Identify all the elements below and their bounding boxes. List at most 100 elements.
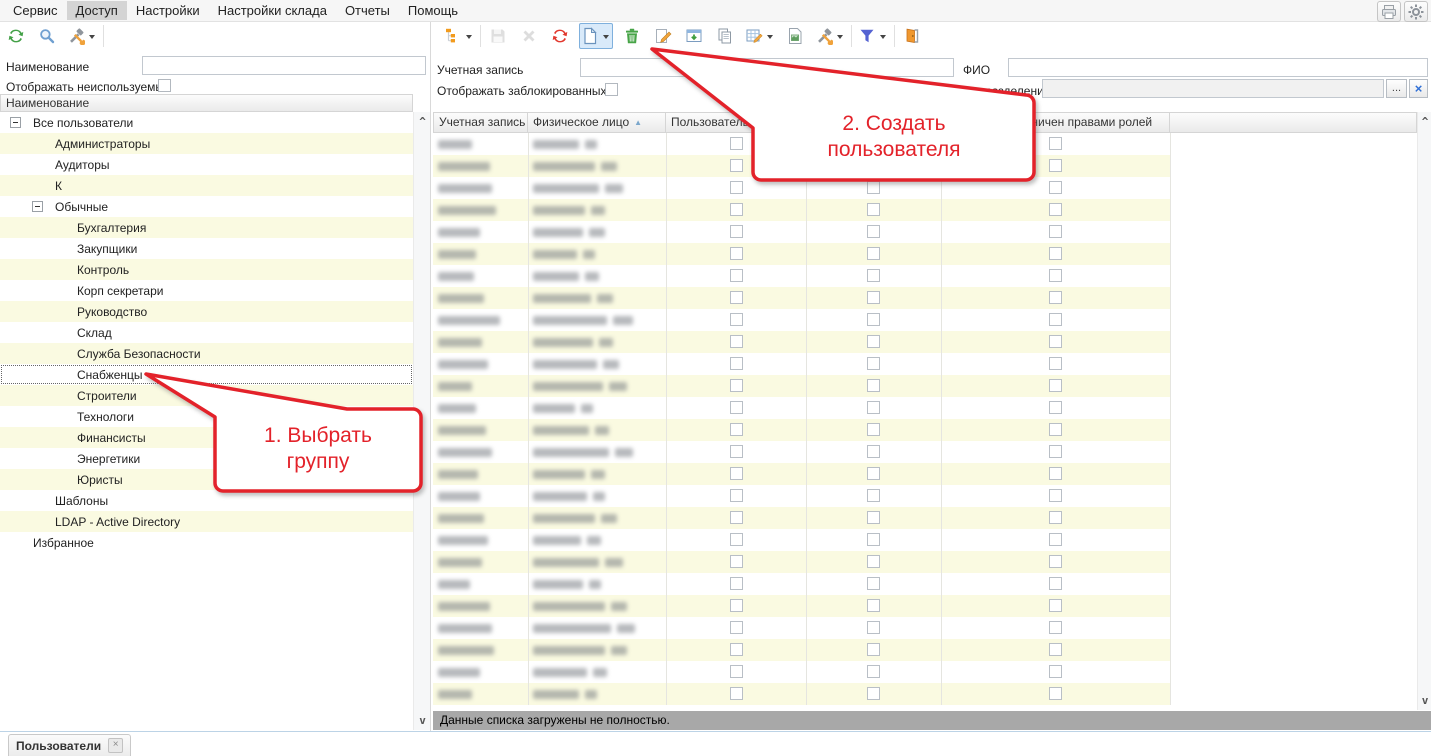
tools-button[interactable] — [814, 23, 846, 49]
row-checkbox[interactable] — [867, 687, 880, 700]
tree-item-администраторы[interactable]: Администраторы — [0, 133, 413, 154]
row-checkbox[interactable] — [730, 643, 743, 656]
scroll-down-icon[interactable]: v — [1418, 694, 1431, 707]
row-checkbox[interactable] — [730, 599, 743, 612]
tree-item-служба-безопасности[interactable]: Служба Безопасности — [0, 343, 413, 364]
row-checkbox[interactable] — [867, 643, 880, 656]
row-checkbox[interactable] — [730, 357, 743, 370]
column-header-5[interactable]: ограничен правами ролей — [941, 112, 1170, 133]
table-row[interactable] — [433, 133, 1170, 155]
tree-item-аудиторы[interactable]: Аудиторы — [0, 154, 413, 175]
row-checkbox[interactable] — [1049, 423, 1062, 436]
trash-button[interactable] — [620, 23, 644, 49]
copy-button[interactable] — [713, 23, 737, 49]
chevron-down-icon[interactable] — [466, 35, 472, 42]
row-checkbox[interactable] — [730, 401, 743, 414]
close-icon[interactable]: × — [108, 738, 123, 753]
table-row[interactable] — [433, 639, 1170, 661]
account-filter-input[interactable] — [580, 58, 954, 77]
table-row[interactable] — [433, 485, 1170, 507]
row-checkbox[interactable] — [867, 335, 880, 348]
menu-item-3[interactable]: Настройки — [127, 1, 209, 20]
table-row[interactable] — [433, 661, 1170, 683]
edit-table-button[interactable] — [744, 23, 776, 49]
table-row[interactable] — [433, 419, 1170, 441]
row-checkbox[interactable] — [730, 533, 743, 546]
row-checkbox[interactable] — [867, 181, 880, 194]
row-checkbox[interactable] — [1049, 335, 1062, 348]
row-checkbox[interactable] — [1049, 203, 1062, 216]
tree-collapse-icon[interactable] — [32, 201, 43, 212]
insert-button[interactable] — [682, 23, 706, 49]
row-checkbox[interactable] — [730, 335, 743, 348]
row-checkbox[interactable] — [730, 555, 743, 568]
row-checkbox[interactable] — [730, 423, 743, 436]
row-checkbox[interactable] — [730, 445, 743, 458]
tree-item-бухгалтерия[interactable]: Бухгалтерия — [0, 217, 413, 238]
column-header-3[interactable]: Пользователь заб — [666, 112, 806, 133]
row-checkbox[interactable] — [867, 203, 880, 216]
department-filter-input[interactable] — [1042, 79, 1384, 98]
row-checkbox[interactable] — [1049, 379, 1062, 392]
row-checkbox[interactable] — [1049, 291, 1062, 304]
tree-item-корп-секретари[interactable]: Корп секретари — [0, 280, 413, 301]
table-row[interactable] — [433, 243, 1170, 265]
table-row[interactable] — [433, 177, 1170, 199]
menu-item-6[interactable]: Помощь — [399, 1, 467, 20]
table-scrollbar[interactable]: ^ v — [1417, 112, 1431, 710]
row-checkbox[interactable] — [1049, 511, 1062, 524]
row-checkbox[interactable] — [730, 269, 743, 282]
row-checkbox[interactable] — [867, 159, 880, 172]
row-checkbox[interactable] — [867, 357, 880, 370]
row-checkbox[interactable] — [1049, 577, 1062, 590]
row-checkbox[interactable] — [730, 467, 743, 480]
tree-item-строители[interactable]: Строители — [0, 385, 413, 406]
hierarchy-button[interactable] — [443, 23, 475, 49]
tree-collapse-icon[interactable] — [10, 117, 21, 128]
menu-item-4[interactable]: Настройки склада — [209, 1, 336, 20]
row-checkbox[interactable] — [730, 159, 743, 172]
row-checkbox[interactable] — [1049, 621, 1062, 634]
row-checkbox[interactable] — [730, 379, 743, 392]
edit-button[interactable] — [651, 23, 675, 49]
chevron-down-icon[interactable] — [89, 35, 95, 42]
table-row[interactable] — [433, 441, 1170, 463]
search-button[interactable] — [35, 23, 59, 49]
row-checkbox[interactable] — [730, 291, 743, 304]
refresh-button[interactable] — [548, 23, 572, 49]
row-checkbox[interactable] — [1049, 137, 1062, 150]
table-row[interactable] — [433, 463, 1170, 485]
scroll-up-icon[interactable]: ^ — [1418, 115, 1431, 128]
row-checkbox[interactable] — [1049, 357, 1062, 370]
column-header-1[interactable]: Учетная запись — [433, 112, 528, 133]
row-checkbox[interactable] — [867, 599, 880, 612]
row-checkbox[interactable] — [867, 313, 880, 326]
row-checkbox[interactable] — [1049, 445, 1062, 458]
row-checkbox[interactable] — [867, 379, 880, 392]
row-checkbox[interactable] — [1049, 225, 1062, 238]
table-row[interactable] — [433, 551, 1170, 573]
row-checkbox[interactable] — [867, 247, 880, 260]
table-row[interactable] — [433, 617, 1170, 639]
row-checkbox[interactable] — [730, 489, 743, 502]
row-checkbox[interactable] — [1049, 313, 1062, 326]
chevron-down-icon[interactable] — [837, 35, 843, 42]
tree-item-энергетики[interactable]: Энергетики — [0, 448, 413, 469]
row-checkbox[interactable] — [730, 313, 743, 326]
tree-item-закупщики[interactable]: Закупщики — [0, 238, 413, 259]
row-checkbox[interactable] — [867, 401, 880, 414]
row-checkbox[interactable] — [867, 467, 880, 480]
row-checkbox[interactable] — [1049, 269, 1062, 282]
column-header-2[interactable]: Физическое лицо▲ — [528, 112, 666, 133]
row-checkbox[interactable] — [867, 423, 880, 436]
table-row[interactable] — [433, 375, 1170, 397]
column-header-6[interactable] — [1170, 112, 1417, 133]
gear-button[interactable] — [1404, 1, 1428, 22]
row-checkbox[interactable] — [730, 687, 743, 700]
row-checkbox[interactable] — [1049, 181, 1062, 194]
delete-button[interactable] — [517, 23, 541, 49]
table-row[interactable] — [433, 397, 1170, 419]
row-checkbox[interactable] — [730, 621, 743, 634]
row-checkbox[interactable] — [1049, 555, 1062, 568]
table-row[interactable] — [433, 683, 1170, 705]
